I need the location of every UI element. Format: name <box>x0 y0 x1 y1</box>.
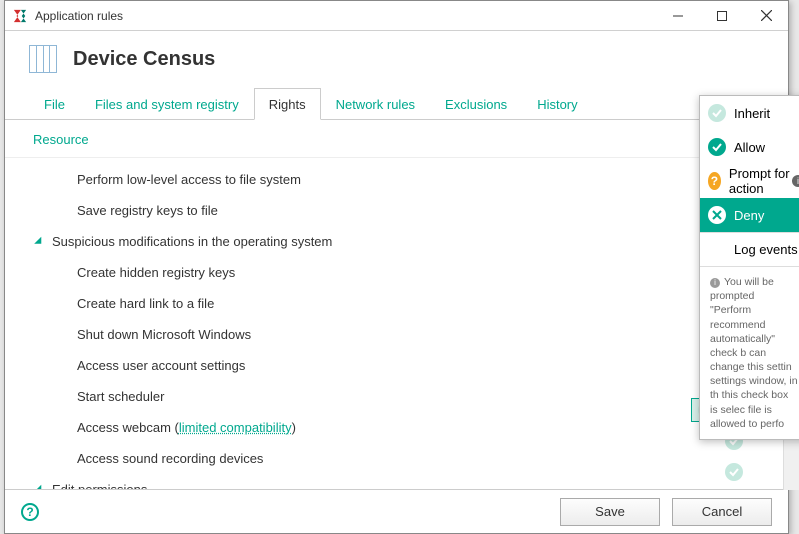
help-button[interactable]: ? <box>21 503 39 521</box>
titlebar: Application rules <box>5 1 788 31</box>
tree-group[interactable]: Edit permissions <box>5 474 788 489</box>
tab-file[interactable]: File <box>29 88 80 120</box>
close-button[interactable] <box>744 1 788 31</box>
check-icon <box>708 104 726 122</box>
tree-item[interactable]: Perform low-level access to file system <box>5 164 788 195</box>
tree-item[interactable]: Access sound recording devices <box>5 443 788 474</box>
minimize-button[interactable] <box>656 1 700 31</box>
permission-indicator[interactable] <box>725 463 743 481</box>
tree-item[interactable]: Access user account settings <box>5 350 788 381</box>
tree-item[interactable]: Create hidden registry keys <box>5 257 788 288</box>
kaspersky-icon <box>13 9 27 23</box>
menu-inherit[interactable]: Inherit <box>700 96 799 130</box>
tab-files-registry[interactable]: Files and system registry <box>80 88 254 120</box>
expand-icon <box>34 236 45 247</box>
tree-group[interactable]: Suspicious modifications in the operatin… <box>5 226 788 257</box>
menu-prompt[interactable]: ? Prompt for action i <box>700 164 799 198</box>
info-icon[interactable]: i <box>792 175 799 187</box>
page-title: Device Census <box>73 48 215 71</box>
maximize-button[interactable] <box>700 1 744 31</box>
menu-info-text: iYou will be prompted "Perform recommend… <box>700 266 799 439</box>
save-button[interactable]: Save <box>560 498 660 526</box>
tree-item[interactable]: Save registry keys to file <box>5 195 788 226</box>
tab-exclusions[interactable]: Exclusions <box>430 88 522 120</box>
menu-allow[interactable]: Allow <box>700 130 799 164</box>
footer: ? Save Cancel <box>5 489 788 533</box>
tab-history[interactable]: History <box>522 88 592 120</box>
header: Device Census <box>5 31 788 87</box>
tree-item[interactable]: Shut down Microsoft Windows <box>5 319 788 350</box>
window-title: Application rules <box>35 9 123 23</box>
menu-deny[interactable]: Deny <box>700 198 799 232</box>
content-area: Resource Perform low-level access to fil… <box>5 120 788 489</box>
tab-rights[interactable]: Rights <box>254 88 321 120</box>
tab-network[interactable]: Network rules <box>321 88 430 120</box>
tree-item-webcam[interactable]: Access webcam ( limited compatibility ) <box>5 412 788 443</box>
tab-bar: File Files and system registry Rights Ne… <box>5 87 788 120</box>
tree-item[interactable]: Start scheduler <box>5 381 788 412</box>
question-icon: ? <box>708 172 721 190</box>
tree-item[interactable]: Create hard link to a file <box>5 288 788 319</box>
x-icon <box>708 206 726 224</box>
limited-compatibility-link[interactable]: limited compatibility <box>179 420 292 435</box>
menu-log-events[interactable]: Log events <box>700 232 799 266</box>
app-rules-window: Application rules Device Census File Fil… <box>4 0 789 534</box>
cancel-button[interactable]: Cancel <box>672 498 772 526</box>
info-icon: i <box>710 278 720 288</box>
app-icon <box>29 45 57 73</box>
column-header-resource[interactable]: Resource <box>5 130 788 158</box>
expand-icon <box>34 484 45 489</box>
permission-menu: Inherit Allow ? Prompt for action i Deny… <box>699 95 799 440</box>
rights-tree: Resource Perform low-level access to fil… <box>5 120 788 489</box>
check-icon <box>708 138 726 156</box>
